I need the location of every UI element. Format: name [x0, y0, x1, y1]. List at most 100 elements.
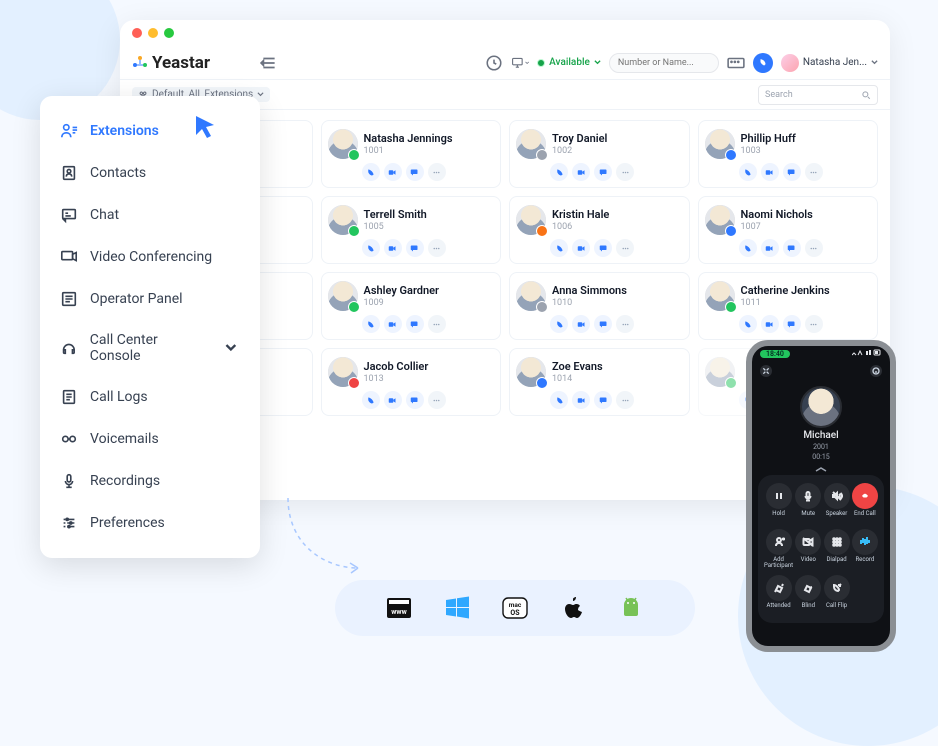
minimize-window-icon[interactable]: [148, 28, 158, 38]
dial-button[interactable]: [753, 53, 773, 73]
phone-video-button[interactable]: Video: [795, 529, 821, 569]
call-button[interactable]: [362, 239, 380, 257]
chat-button[interactable]: [783, 315, 801, 333]
sidebar-item-preferences[interactable]: Preferences: [40, 502, 260, 544]
extension-card[interactable]: Anna Simmons1010: [509, 272, 690, 340]
keyboard-icon[interactable]: [727, 54, 745, 72]
presence-status[interactable]: Available: [537, 57, 601, 68]
more-actions-button[interactable]: [428, 391, 446, 409]
more-actions-button[interactable]: [616, 391, 634, 409]
call-button[interactable]: [739, 163, 757, 181]
extension-search-input[interactable]: Search: [758, 85, 878, 105]
chat-button[interactable]: [406, 163, 424, 181]
extension-card[interactable]: Kristin Hale1006: [509, 196, 690, 264]
chat-button[interactable]: [594, 391, 612, 409]
phone-hold-button[interactable]: Hold: [764, 483, 793, 523]
chat-button[interactable]: [406, 239, 424, 257]
call-button[interactable]: [739, 239, 757, 257]
android-platform-icon[interactable]: [616, 593, 646, 623]
call-button[interactable]: [550, 315, 568, 333]
apple-platform-icon[interactable]: [558, 593, 588, 623]
phone-info-icon[interactable]: [870, 365, 882, 377]
extension-card[interactable]: Troy Daniel1002: [509, 120, 690, 188]
sidebar-item-chat[interactable]: Chat: [40, 194, 260, 236]
video-call-button[interactable]: [572, 163, 590, 181]
video-call-button[interactable]: [384, 163, 402, 181]
call-button[interactable]: [362, 163, 380, 181]
sidebar-toggle-icon[interactable]: [260, 54, 278, 72]
chat-button[interactable]: [406, 315, 424, 333]
more-actions-button[interactable]: [805, 315, 823, 333]
web-platform-icon[interactable]: www: [384, 593, 414, 623]
call-button[interactable]: [362, 391, 380, 409]
avatar: [516, 129, 546, 159]
sidebar-item-video-conferencing[interactable]: Video Conferencing: [40, 236, 260, 278]
sidebar-item-contacts[interactable]: Contacts: [40, 152, 260, 194]
extension-card[interactable]: Zoe Evans1014: [509, 348, 690, 416]
extension-card[interactable]: Catherine Jenkins1011: [698, 272, 879, 340]
sidebar-item-voicemails[interactable]: Voicemails: [40, 418, 260, 460]
more-actions-button[interactable]: [428, 163, 446, 181]
more-actions-button[interactable]: [616, 163, 634, 181]
sidebar-item-recordings[interactable]: Recordings: [40, 460, 260, 502]
sheet-handle-icon[interactable]: [811, 467, 831, 471]
phone-mute-button[interactable]: Mute: [795, 483, 821, 523]
more-actions-button[interactable]: [616, 239, 634, 257]
phone-speaker-button[interactable]: Speaker: [823, 483, 849, 523]
maximize-window-icon[interactable]: [164, 28, 174, 38]
more-actions-button[interactable]: [616, 315, 634, 333]
extension-name: Catherine Jenkins: [741, 284, 830, 297]
video-call-button[interactable]: [384, 239, 402, 257]
video-call-button[interactable]: [384, 391, 402, 409]
sidebar-item-extensions[interactable]: Extensions: [40, 110, 260, 152]
video-call-button[interactable]: [572, 239, 590, 257]
phone-record-button[interactable]: Record: [852, 529, 878, 569]
extension-card[interactable]: Ashley Gardner1009: [321, 272, 502, 340]
video-call-button[interactable]: [572, 391, 590, 409]
phone-call-flip-button[interactable]: Call Flip: [823, 575, 849, 615]
chat-button[interactable]: [594, 239, 612, 257]
clock-icon[interactable]: [485, 54, 503, 72]
more-actions-button[interactable]: [428, 315, 446, 333]
call-button[interactable]: [362, 315, 380, 333]
sidebar-item-call-center-console[interactable]: Call Center Console: [40, 320, 260, 376]
video-call-button[interactable]: [761, 163, 779, 181]
call-button[interactable]: [550, 239, 568, 257]
phone-blind-button[interactable]: Blind: [795, 575, 821, 615]
chat-button[interactable]: [783, 239, 801, 257]
call-button[interactable]: [550, 163, 568, 181]
video-call-button[interactable]: [761, 239, 779, 257]
phone-collapse-icon[interactable]: [760, 365, 772, 377]
phone-end-call-button[interactable]: End Call: [852, 483, 878, 523]
macos-platform-icon[interactable]: macOS: [500, 593, 530, 623]
video-call-button[interactable]: [572, 315, 590, 333]
video-call-button[interactable]: [761, 315, 779, 333]
phone-dialpad-button[interactable]: Dialpad: [823, 529, 849, 569]
sidebar-item-call-logs[interactable]: Call Logs: [40, 376, 260, 418]
extension-card[interactable]: Terrell Smith1005: [321, 196, 502, 264]
sidebar-item-operator-panel[interactable]: Operator Panel: [40, 278, 260, 320]
extension-card[interactable]: Jacob Collier1013: [321, 348, 502, 416]
call-button[interactable]: [550, 391, 568, 409]
chat-button[interactable]: [406, 391, 424, 409]
extension-name: Kristin Hale: [552, 208, 609, 221]
more-actions-button[interactable]: [805, 239, 823, 257]
chat-button[interactable]: [594, 315, 612, 333]
more-actions-button[interactable]: [428, 239, 446, 257]
phone-add-participant-button[interactable]: AddParticipant: [764, 529, 793, 569]
close-window-icon[interactable]: [132, 28, 142, 38]
chat-button[interactable]: [783, 163, 801, 181]
dial-search-input[interactable]: [609, 53, 719, 73]
more-actions-button[interactable]: [805, 163, 823, 181]
current-user-chip[interactable]: Natasha Jen...: [781, 54, 878, 72]
video-call-button[interactable]: [384, 315, 402, 333]
monitor-icon[interactable]: [511, 54, 529, 72]
windows-platform-icon[interactable]: [442, 593, 472, 623]
phone-attended-button[interactable]: Attended: [764, 575, 793, 615]
extension-number: 1011: [741, 298, 830, 308]
extension-card[interactable]: Phillip Huff1003: [698, 120, 879, 188]
extension-card[interactable]: Naomi Nichols1007: [698, 196, 879, 264]
chat-button[interactable]: [594, 163, 612, 181]
call-button[interactable]: [739, 315, 757, 333]
extension-card[interactable]: Natasha Jennings1001: [321, 120, 502, 188]
